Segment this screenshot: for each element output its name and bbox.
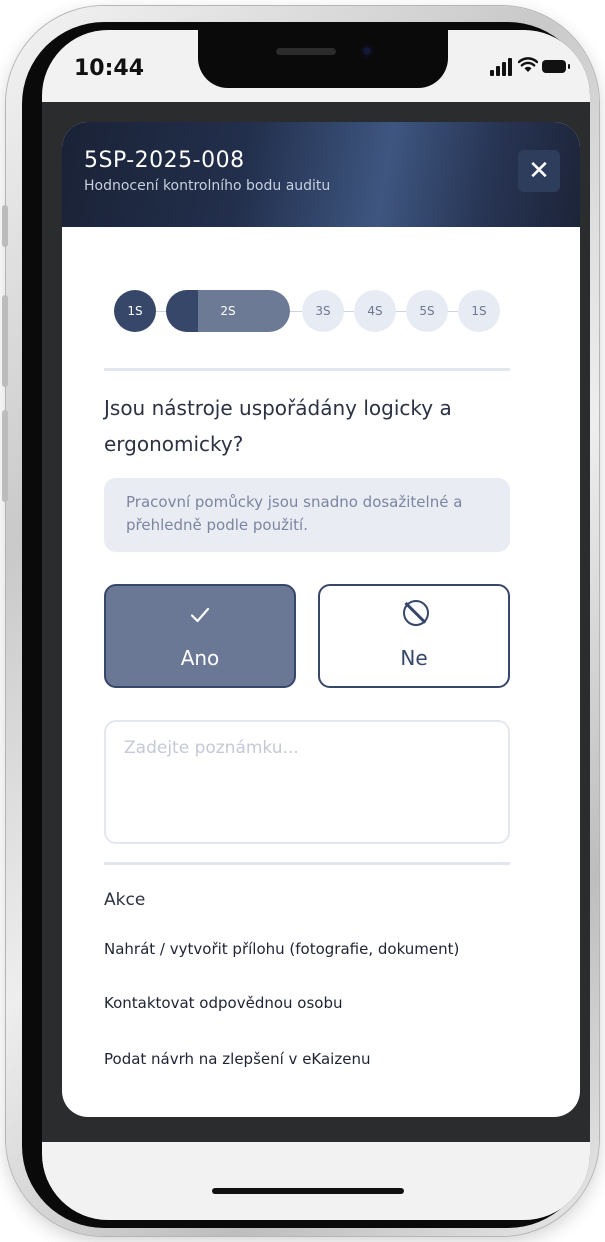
step-1s-final[interactable]: 1S [458,290,500,332]
audit-evaluation-modal: 5SP-2025-008 Hodnocení kontrolního bodu … [62,122,580,1117]
answer-no-label: Ne [400,646,428,670]
status-icons [490,56,572,78]
prohibited-icon [403,600,429,626]
action-contact-responsible-person[interactable]: Kontaktovat odpovědnou osobu [104,994,343,1012]
battery-icon [542,60,570,73]
audit-step-progress: 1S 2S 3S 4S 5S 1S [114,290,504,332]
close-button[interactable]: ✕ [518,150,560,192]
cellular-signal-icon [490,58,512,76]
answer-yes-label: Ano [180,646,220,670]
phone-bezel: 10:44 5SP-2025-008 Hodnocení kontrolního… [22,22,590,1228]
note-placeholder: Zadejte poznámku... [124,738,299,758]
question-text: Jsou nástroje uspořádány logicky a ergon… [104,396,452,456]
status-bar: 10:44 [42,30,590,102]
answer-no-button[interactable]: Ne [318,584,510,688]
note-input[interactable]: Zadejte poznámku... [104,720,510,844]
step-2s-current[interactable]: 2S [166,290,290,332]
section-divider [104,862,510,865]
question-hint: Pracovní pomůcky jsou snadno dosažitelné… [104,478,510,552]
step-label: 5S [419,304,435,318]
phone-screen: 10:44 5SP-2025-008 Hodnocení kontrolního… [42,30,590,1220]
phone-volume-down-button [2,410,8,502]
checkmark-icon [106,600,294,634]
home-indicator[interactable] [212,1188,404,1194]
step-label: 3S [315,304,331,318]
actions-heading: Akce [104,890,146,910]
action-upload-attachment[interactable]: Nahrát / vytvořit přílohu (fotografie, d… [104,940,459,958]
step-5s[interactable]: 5S [406,290,448,332]
phone-silent-switch [2,205,8,247]
wifi-icon [517,56,539,78]
home-indicator-area [42,1142,590,1220]
front-camera-icon [360,44,374,58]
step-4s[interactable]: 4S [354,290,396,332]
earpiece-speaker [276,48,336,55]
audit-id-title: 5SP-2025-008 [84,148,245,173]
phone-volume-up-button [2,295,8,387]
close-icon: ✕ [528,156,550,186]
modal-header: 5SP-2025-008 Hodnocení kontrolního bodu … [62,122,580,227]
answer-yes-button[interactable]: Ano [104,584,296,688]
status-time: 10:44 [74,56,145,81]
action-submit-ekaizen-proposal[interactable]: Podat návrh na zlepšení v eKaizenu [104,1050,370,1068]
step-label: 2S [220,304,236,318]
section-divider [104,368,510,371]
step-1s[interactable]: 1S [114,290,156,332]
modal-subtitle: Hodnocení kontrolního bodu auditu [84,178,331,194]
step-label: 1S [471,304,487,318]
step-label: 4S [367,304,383,318]
dynamic-island-notch [198,30,448,88]
step-3s[interactable]: 3S [302,290,344,332]
step-label: 1S [127,304,143,318]
